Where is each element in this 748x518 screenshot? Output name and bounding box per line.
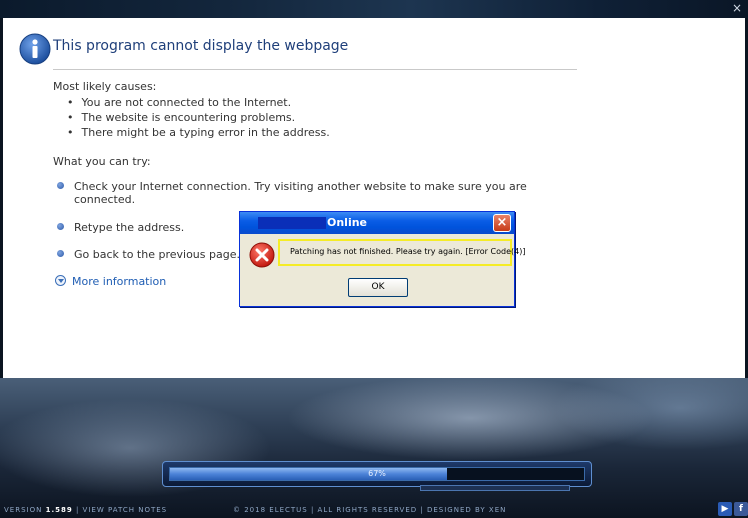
- copyright-text: © 2018 ELECTUS | ALL RIGHTS RESERVED | D…: [233, 506, 507, 514]
- causes-heading: Most likely causes:: [53, 80, 157, 93]
- version-info: VERSION 1.589 | VIEW PATCH NOTES: [4, 506, 167, 514]
- try-heading: What you can try:: [53, 155, 151, 168]
- error-icon: [249, 242, 275, 268]
- ie-error-page: This program cannot display the webpage …: [3, 18, 745, 380]
- ok-button[interactable]: OK: [348, 278, 408, 297]
- more-information-link[interactable]: More information: [55, 275, 166, 288]
- cause-item: The website is encountering problems.: [67, 110, 330, 125]
- title-divider: [53, 69, 577, 70]
- more-information-label: More information: [72, 275, 167, 288]
- chevron-down-icon: [55, 275, 66, 286]
- version-number: 1.589: [45, 506, 73, 514]
- secondary-progress-bar: [420, 485, 570, 491]
- info-icon: [19, 33, 51, 65]
- patch-progress-track: 67%: [169, 467, 585, 481]
- facebook-icon[interactable]: f: [734, 502, 748, 516]
- causes-list: You are not connected to the Internet. T…: [67, 95, 330, 140]
- launcher-top-bar: [0, 0, 748, 18]
- version-label: VERSION: [4, 506, 43, 514]
- try-item-label: Check your Internet connection. Try visi…: [74, 180, 527, 206]
- try-item: Check your Internet connection. Try visi…: [57, 180, 534, 206]
- cause-item: There might be a typing error in the add…: [67, 125, 330, 140]
- patch-progress-label: 67%: [368, 469, 386, 478]
- view-patch-notes-link[interactable]: | VIEW PATCH NOTES: [76, 506, 167, 514]
- game-background-art: [0, 378, 748, 518]
- dialog-titlebar[interactable]: Online ×: [240, 212, 514, 234]
- dialog-message: Patching has not finished. Please try ag…: [290, 247, 526, 256]
- bullet-icon: [57, 223, 64, 230]
- patch-progress-frame: 67%: [162, 461, 592, 487]
- launcher-close-icon[interactable]: ×: [730, 1, 744, 15]
- dialog-title: Online: [327, 216, 368, 229]
- youtube-icon[interactable]: ▶: [718, 502, 732, 516]
- error-dialog: Online × Patching has not finished. Plea…: [239, 211, 525, 307]
- message-highlight: Patching has not finished. Please try ag…: [278, 239, 525, 266]
- cause-item: You are not connected to the Internet.: [67, 95, 330, 110]
- page-title: This program cannot display the webpage: [53, 38, 349, 54]
- bullet-icon: [57, 182, 64, 189]
- dialog-close-button[interactable]: ×: [493, 214, 511, 232]
- redacted-title-block: [258, 217, 326, 229]
- bullet-icon: [57, 250, 64, 257]
